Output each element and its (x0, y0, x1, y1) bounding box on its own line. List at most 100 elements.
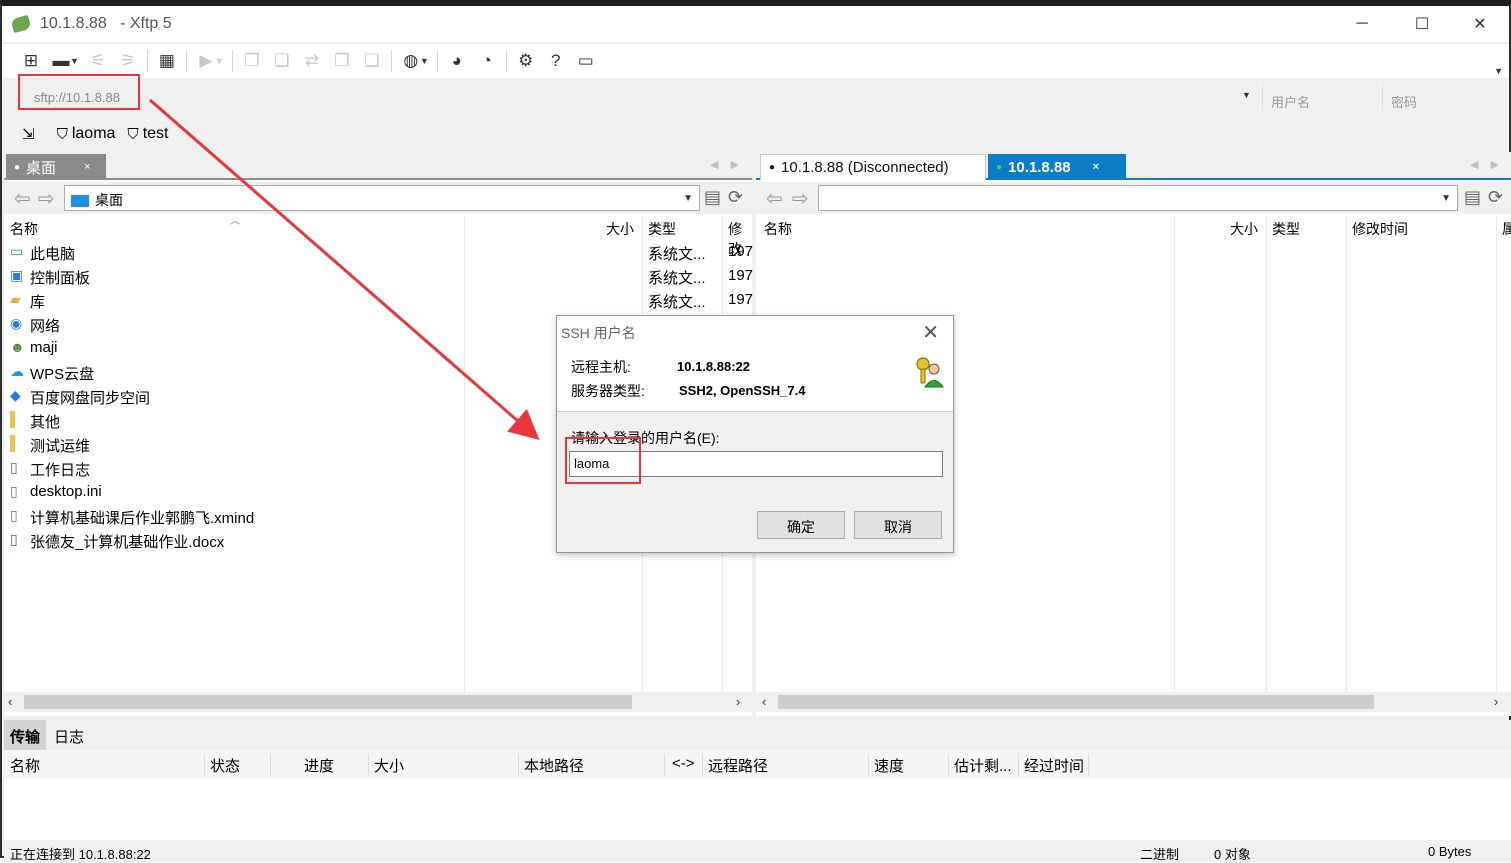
parent-folder-icon[interactable]: ▤ (704, 187, 721, 208)
file-type: 系统文... (648, 246, 706, 263)
transfer-panel: 传输 日志 名称 状态 进度 大小 本地路径 <-> 远程路径 速度 估计剩..… (4, 720, 1511, 840)
folder-shortcut-icon: ▌ (10, 435, 20, 451)
chevron-down-icon[interactable]: ▼ (1242, 90, 1251, 100)
byte-count: 0 Bytes (1428, 844, 1472, 859)
username-input[interactable]: 用户名 (1262, 86, 1380, 110)
close-icon[interactable]: ✕ (922, 320, 939, 345)
copy-icon[interactable]: ❐ (237, 47, 267, 75)
tab-close-icon[interactable]: × (1093, 161, 1099, 173)
help-icon[interactable]: ? (541, 47, 571, 75)
cancel-button[interactable]: 取消 (854, 511, 942, 539)
col-speed[interactable]: 速度 (874, 755, 904, 776)
network-icon: ◉ (10, 315, 23, 331)
col-name[interactable]: 名称 (10, 219, 38, 239)
back-arrow-icon[interactable]: ⇦ (14, 186, 31, 211)
remote-nav-row: ⇦ ⇨ ▼ ▤ ⟳ (756, 182, 1511, 214)
chevron-down-icon[interactable]: ▼ (70, 56, 79, 66)
forward-arrow-icon[interactable]: ⇨ (38, 186, 55, 211)
copy2-icon[interactable]: ❐ (327, 47, 357, 75)
window-title-host: 10.1.8.88 (40, 15, 107, 32)
disconnect-icon[interactable]: ⚞ (113, 47, 143, 75)
tab-close-icon[interactable]: × (84, 161, 90, 173)
toolbar-overflow-icon[interactable]: ▼ (1494, 66, 1503, 76)
forward-arrow-icon[interactable]: ⇨ (792, 186, 809, 211)
host-address-input[interactable]: sftp://10.1.8.88 (16, 86, 1258, 110)
paste-icon[interactable]: ❏ (267, 47, 297, 75)
column-divider (1346, 216, 1347, 692)
col-remote-path[interactable]: 远程路径 (708, 755, 768, 776)
scroll-right-icon[interactable]: › (1494, 694, 1498, 709)
col-size[interactable]: 大小 (374, 755, 404, 776)
tab-desktop[interactable]: ● 桌面 × (6, 154, 106, 180)
xftp-icon[interactable]: ◔ (472, 47, 502, 75)
bookmark-test[interactable]: ⛉ test (127, 125, 168, 143)
tab-active-session[interactable]: ● 10.1.8.88 × (988, 154, 1126, 180)
tab-disconnected-session[interactable]: ● 10.1.8.88 (Disconnected) (760, 154, 986, 180)
session-properties-icon[interactable]: ▦ (152, 47, 182, 75)
col-size[interactable]: 大小 (606, 219, 634, 239)
chat-icon[interactable]: ▭ (571, 47, 601, 75)
connect-icon[interactable]: ⚟ (83, 47, 113, 75)
tab-transfer[interactable]: 传输 (4, 720, 47, 750)
close-window-button[interactable]: ✕ (1450, 6, 1510, 42)
local-hscrollbar[interactable]: ‹ › (4, 692, 752, 712)
toolbar-divider (231, 50, 233, 72)
col-status[interactable]: 状态 (210, 755, 240, 776)
minimize-button[interactable]: ─ (1332, 6, 1392, 42)
xshell-icon[interactable]: ◕ (442, 47, 472, 75)
settings-icon[interactable]: ⚙ (511, 47, 541, 75)
scroll-thumb[interactable] (24, 695, 632, 709)
library-icon: ▰ (10, 291, 21, 307)
remote-hscrollbar[interactable]: ‹ › (756, 692, 1511, 712)
col-type[interactable]: 类型 (648, 219, 676, 239)
title-bar: 10.1.8.88 - Xftp 5 ─ ☐ ✕ (2, 6, 1509, 42)
parent-folder-icon[interactable]: ▤ (1464, 187, 1481, 208)
col-eta[interactable]: 估计剩... (954, 755, 1012, 776)
scroll-left-icon[interactable]: ‹ (8, 694, 12, 709)
col-elapsed[interactable]: 经过时间 (1024, 755, 1084, 776)
tab-log[interactable]: 日志 (48, 720, 90, 750)
file-name: 测试运维 (30, 438, 91, 455)
col-type[interactable]: 类型 (1272, 219, 1300, 239)
chevron-down-icon[interactable]: ▼ (420, 56, 429, 66)
back-arrow-icon[interactable]: ⇦ (766, 186, 783, 211)
scroll-left-icon[interactable]: ‹ (762, 694, 766, 709)
col-attributes[interactable]: 属 (1502, 219, 1511, 239)
refresh-icon[interactable]: ⇄ (297, 47, 327, 75)
new-session-icon[interactable]: ⊞ (16, 47, 46, 75)
paste2-icon[interactable]: ❏ (357, 47, 387, 75)
remote-path-box[interactable]: ▼ (818, 185, 1458, 211)
list-item[interactable]: ▭ 此电脑 系统文... 197 (4, 240, 753, 264)
chevron-down-icon[interactable]: ▼ (215, 56, 224, 66)
bookmark-laoma[interactable]: ⛉ laoma (57, 125, 116, 143)
scroll-thumb[interactable] (778, 695, 1374, 709)
list-item[interactable]: ▣ 控制面板 系统文... 197 (4, 264, 753, 288)
chevron-down-icon[interactable]: ▼ (683, 193, 693, 204)
ok-button[interactable]: 确定 (757, 511, 845, 539)
refresh-icon[interactable]: ⟳ (728, 187, 743, 208)
link-arrow-icon: ⇲ (22, 126, 35, 143)
refresh-icon[interactable]: ⟳ (1488, 187, 1503, 208)
local-path-box[interactable]: 桌面 ▼ (64, 185, 700, 211)
file-name: 计算机基础课后作业郭鹏飞.xmind (30, 510, 255, 527)
col-size[interactable]: 大小 (1230, 219, 1258, 239)
col-name[interactable]: 名称 (10, 755, 40, 776)
tab-scroll-arrows-icon[interactable]: ◀▶ (1470, 158, 1511, 171)
col-progress[interactable]: 进度 (304, 755, 334, 776)
password-input[interactable]: 密码 (1382, 86, 1500, 110)
remote-tab-strip: ● 10.1.8.88 (Disconnected) ● 10.1.8.88 ×… (756, 152, 1511, 180)
col-modified[interactable]: 修改时间 (1352, 219, 1408, 239)
tab-scroll-arrows-icon[interactable]: ◀▶ (710, 158, 751, 171)
file-name: 此电脑 (30, 246, 76, 263)
column-divider (948, 754, 949, 776)
local-tab-strip: ● 桌面 × ◀▶ (4, 152, 752, 180)
maximize-button[interactable]: ☐ (1392, 6, 1452, 42)
col-direction[interactable]: <-> (672, 755, 695, 772)
col-local-path[interactable]: 本地路径 (524, 755, 584, 776)
open-links-button[interactable]: ⇲ (22, 125, 39, 143)
col-name[interactable]: 名称 (764, 219, 792, 239)
toolbar-divider (185, 50, 187, 72)
scroll-right-icon[interactable]: › (736, 694, 740, 709)
chevron-down-icon[interactable]: ▼ (1441, 193, 1451, 204)
list-item[interactable]: ▰ 库 系统文... 197 (4, 288, 753, 312)
